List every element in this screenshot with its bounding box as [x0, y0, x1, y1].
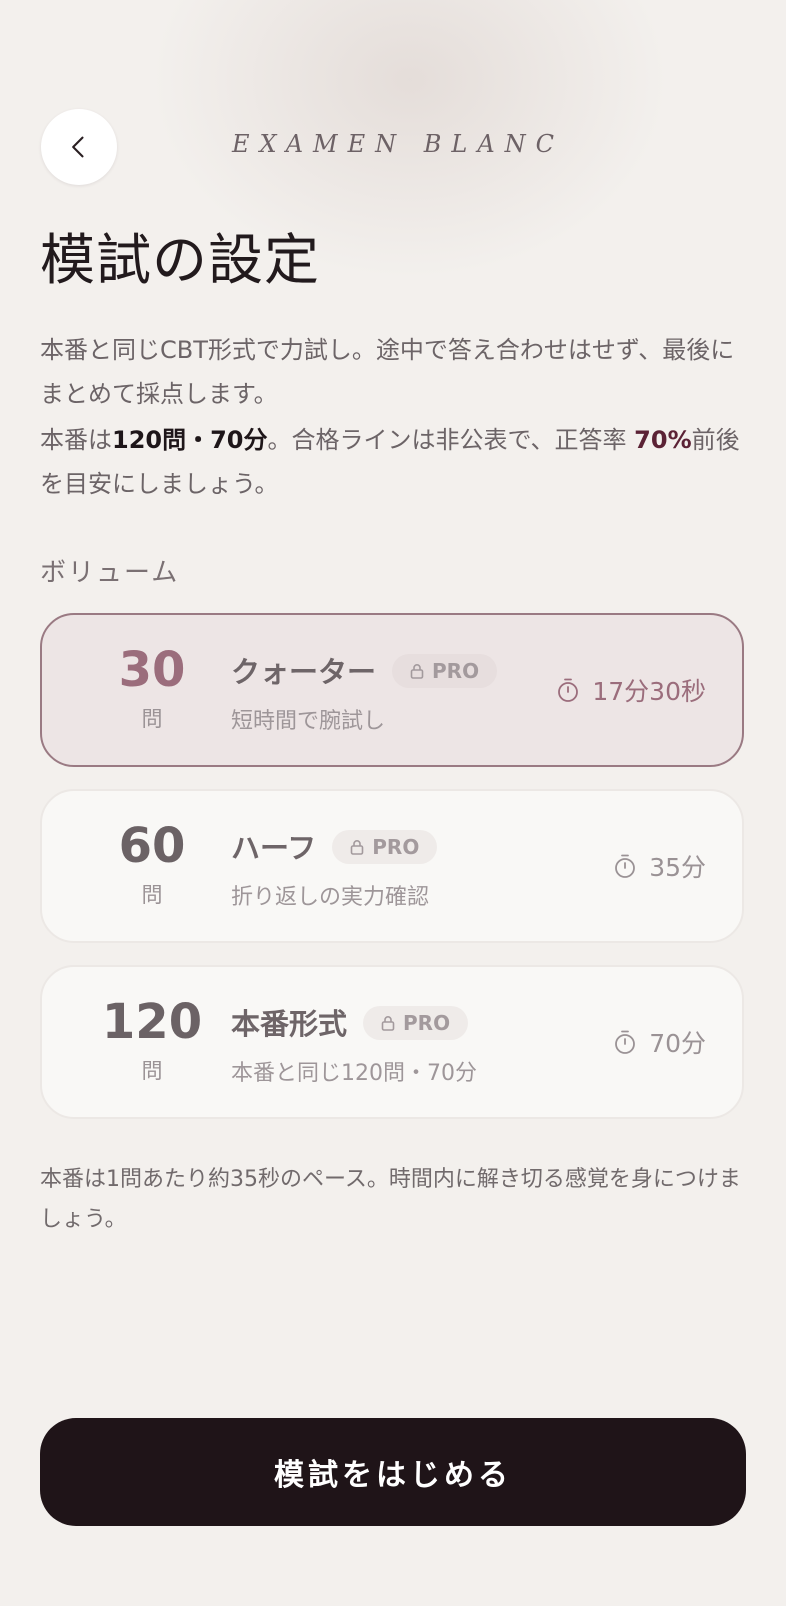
- pace-footnote: 本番は1問あたり約35秒のペース。時間内に解き切る感覚を身につけましょう。: [40, 1167, 741, 1232]
- stopwatch-icon: [615, 1030, 636, 1054]
- option-subtitle: 本番と同じ120問・70分: [231, 1061, 477, 1086]
- option-count-unit: 問: [141, 1059, 163, 1083]
- stopwatch-icon: [615, 854, 636, 878]
- option-name: 本番形式 PRO: [231, 1001, 469, 1043]
- page-title: 模試の設定: [40, 228, 321, 292]
- option-name-text: 本番形式: [231, 1007, 348, 1041]
- option-count-unit: 問: [141, 707, 163, 731]
- option-question-count: 60: [118, 818, 186, 874]
- intro-exam-info: 本番は120問・70分。合格ラインは非公表で、正答率 70%前後を目安にしましょ…: [40, 418, 752, 506]
- intro-text: 本番と同じCBT形式で力試し。途中で答え合わせはせず、最後にまとめて採点します。: [40, 328, 752, 416]
- intro-line1: 本番と同じCBT形式で力試し。途中で答え合わせはせず、最後にまとめて採点します。: [40, 336, 735, 408]
- option-subtitle: 折り返しの実力確認: [231, 885, 430, 910]
- stopwatch-icon: [558, 678, 579, 702]
- pro-badge-label: PRO: [432, 659, 480, 683]
- option-duration: 35分: [613, 848, 706, 884]
- option-subtitle: 短時間で腕試し: [231, 709, 386, 734]
- lock-icon: [410, 664, 424, 679]
- exam-format-highlight: 120問・70分: [112, 426, 268, 454]
- pro-badge-label: PRO: [372, 835, 420, 859]
- option-question-count: 30: [118, 642, 186, 698]
- option-name-text: ハーフ: [231, 831, 317, 865]
- pro-badge: PRO: [332, 830, 438, 864]
- pass-rate-highlight: 70%: [634, 426, 692, 454]
- option-name-text: クォーター: [231, 655, 377, 689]
- option-duration: 70分: [613, 1024, 706, 1060]
- brand-title: EXAMEN BLANC: [231, 130, 565, 158]
- pro-badge: PRO: [363, 1006, 469, 1040]
- option-name: クォーター PRO: [231, 649, 498, 691]
- lock-icon: [350, 840, 364, 855]
- option-duration-text: 17分30秒: [592, 677, 706, 706]
- option-duration: 17分30秒: [556, 672, 706, 708]
- pro-badge: PRO: [392, 654, 498, 688]
- intro-prefix: 本番は: [40, 426, 112, 454]
- intro-middle: 。合格ラインは非公表で、正答率: [267, 426, 635, 454]
- volume-option-quarter[interactable]: 30 問 クォーター PRO 短時間で腕試し 17分30秒: [40, 613, 744, 767]
- start-exam-button[interactable]: 模試をはじめる: [40, 1418, 746, 1526]
- option-count-unit: 問: [141, 883, 163, 907]
- option-name: ハーフ PRO: [231, 825, 438, 867]
- volume-section-label: ボリューム: [40, 558, 180, 588]
- volume-option-half[interactable]: 60 問 ハーフ PRO 折り返しの実力確認 35分: [40, 789, 744, 943]
- volume-option-full[interactable]: 120 問 本番形式 PRO 本番と同じ120問・70分 70分: [40, 965, 744, 1119]
- option-duration-text: 35分: [649, 853, 706, 882]
- lock-icon: [381, 1016, 395, 1031]
- option-duration-text: 70分: [649, 1029, 706, 1058]
- pro-badge-label: PRO: [403, 1011, 451, 1035]
- option-question-count: 120: [101, 994, 203, 1050]
